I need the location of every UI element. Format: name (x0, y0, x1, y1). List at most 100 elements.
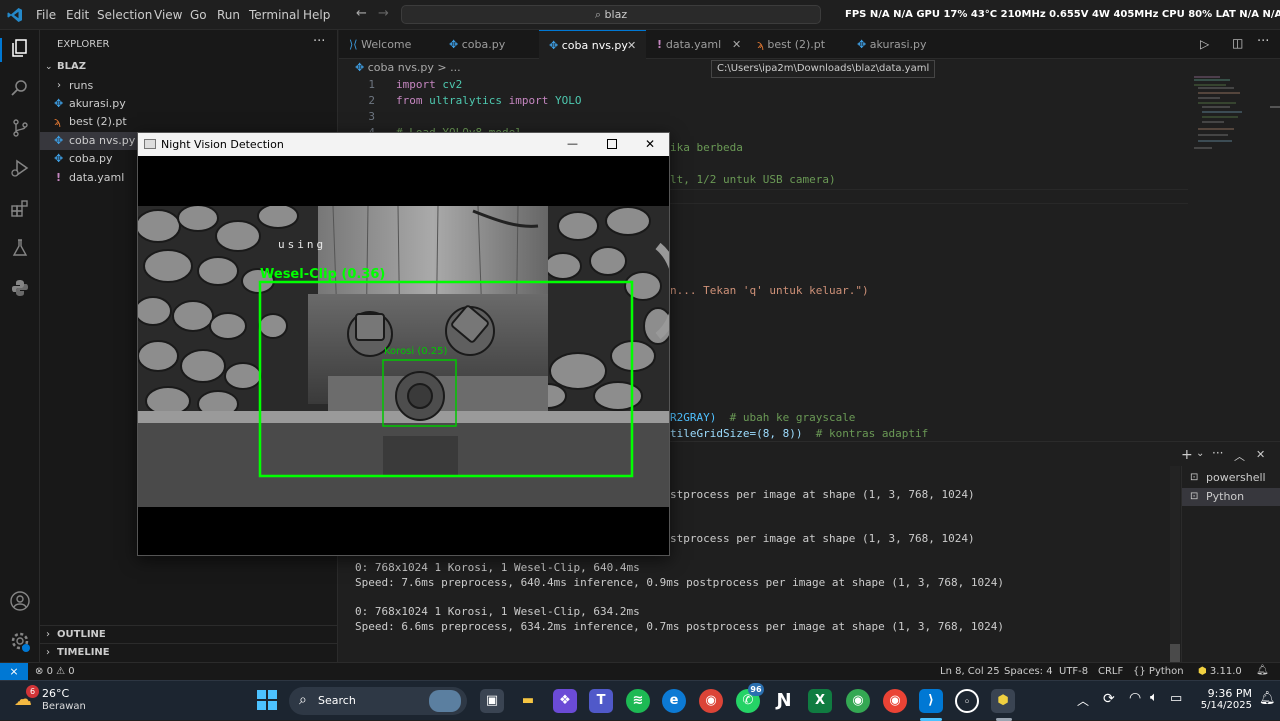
forward-arrow-icon[interactable]: → (378, 6, 389, 21)
encoding[interactable]: UTF-8 (1059, 666, 1088, 677)
tab-coba[interactable]: ✥ coba.py (439, 30, 538, 59)
teams-icon[interactable]: T (589, 689, 613, 713)
tab-coba-nvs[interactable]: ✥ coba nvs.py ✕ (539, 30, 646, 59)
menu-file[interactable]: File (36, 8, 56, 22)
testing-flask-icon[interactable] (8, 238, 32, 262)
extensions-icon[interactable] (8, 198, 32, 222)
python-version[interactable]: ⬢ 3.11.0 (1198, 666, 1242, 677)
folder-root[interactable]: ⌄ BLAZ (40, 58, 337, 76)
cursor-position[interactable]: Ln 8, Col 25 (940, 666, 1000, 677)
remote-icon[interactable]: ⨯ (0, 663, 28, 681)
menu-help[interactable]: Help (303, 8, 330, 22)
menu-terminal[interactable]: Terminal (249, 8, 300, 22)
language-mode[interactable]: {} Python (1133, 666, 1184, 677)
terminal-item-python[interactable]: ⊡ Python (1182, 488, 1280, 506)
sync-icon[interactable]: ⟳ (1103, 691, 1115, 707)
notion-icon[interactable]: Ɲ (772, 689, 796, 713)
outline-section[interactable]: › OUTLINE (40, 625, 337, 643)
close-panel-icon[interactable]: ✕ (1256, 448, 1265, 461)
clock[interactable]: 9:36 PM 5/14/2025 (1192, 687, 1252, 711)
file-explorer-icon[interactable]: ▬ (516, 689, 540, 713)
excel-icon[interactable]: X (808, 689, 832, 713)
explorer-icon[interactable] (8, 38, 32, 62)
terminal-item-powershell[interactable]: ⊡ powershell (1182, 469, 1280, 487)
minimize-icon[interactable]: — (567, 132, 578, 155)
chevron-down-icon[interactable]: ⌄ (1196, 448, 1204, 459)
more-actions-icon[interactable]: ··· (1257, 34, 1269, 49)
error-count: 0 (46, 666, 53, 677)
copilot-icon[interactable]: ❖ (553, 689, 577, 713)
task-view-icon[interactable]: ▣ (480, 689, 504, 713)
code-string[interactable]: n... Tekan 'q' untuk keluar.") (670, 284, 869, 297)
account-icon[interactable] (8, 590, 32, 614)
weather-condition: Berawan (42, 701, 86, 712)
close-tab-icon[interactable]: ✕ (732, 30, 741, 59)
window-titlebar[interactable]: Night Vision Detection — ✕ (138, 133, 669, 156)
code-comment[interactable]: lt, 1/2 untuk USB camera) (670, 173, 836, 186)
code-line[interactable]: tileGridSize=(8, 8)) # kontras adaptif (670, 427, 928, 440)
maximize-icon[interactable] (607, 139, 617, 149)
notification-bell-icon[interactable]: 🔔︎ (1256, 665, 1269, 676)
tree-item-akurasi[interactable]: ✥ akurasi.py (40, 95, 337, 113)
menu-selection[interactable]: Selection (97, 8, 152, 22)
notification-icon[interactable]: 🔔︎ (1259, 691, 1276, 706)
run-debug-icon[interactable] (8, 158, 32, 182)
problems-status[interactable]: ⊗ 0 ⚠ 0 (35, 666, 75, 677)
search-icon[interactable] (8, 78, 32, 102)
chrome-profile-icon[interactable]: ◉ (846, 689, 870, 713)
indentation[interactable]: Spaces: 4 (1004, 666, 1053, 677)
edge-icon[interactable]: e (662, 689, 686, 713)
line-ending[interactable]: CRLF (1098, 666, 1123, 677)
show-hidden-icons-icon[interactable]: ︿ (1077, 692, 1089, 709)
command-center-search[interactable]: ⌕ blaz (401, 5, 821, 24)
maximize-panel-icon[interactable]: ︿ (1234, 448, 1245, 464)
whatsapp-icon[interactable]: ✆ 96 (736, 683, 764, 713)
tree-item-best-pt[interactable]: ϡ best (2).pt (40, 113, 337, 131)
close-tab-icon[interactable]: ✕ (627, 31, 636, 60)
tab-data-yaml[interactable]: ! data.yaml ✕ (647, 30, 746, 59)
tab-best-pt[interactable]: ϡ best (2).pt (747, 30, 846, 59)
minimap[interactable] (1190, 74, 1250, 154)
scrollbar-thumb[interactable] (1170, 644, 1180, 662)
code-comment[interactable]: ika berbeda (670, 141, 743, 154)
taskbar-search[interactable]: ⌕ Search (289, 687, 467, 715)
code-line[interactable]: from ultralytics import YOLO (396, 94, 581, 107)
vscode-taskbar-icon[interactable]: ⟩ (919, 689, 943, 713)
spotify-icon[interactable]: ≋ (626, 689, 650, 713)
braces-icon: {} (1133, 666, 1146, 677)
python-taskbar-icon[interactable]: ⬢ (991, 689, 1015, 713)
breadcrumb[interactable]: ✥ coba nvs.py > ... (355, 61, 461, 74)
code-line[interactable]: import cv2 (396, 78, 462, 91)
night-vision-window[interactable]: Night Vision Detection — ✕ using Wesel-C… (137, 132, 670, 556)
tree-item-runs[interactable]: › runs (40, 77, 337, 95)
menu-go[interactable]: Go (190, 8, 207, 22)
media-player-icon[interactable]: ◦ (955, 689, 979, 713)
tab-akurasi[interactable]: ✥ akurasi.py (847, 30, 946, 59)
menu-view[interactable]: View (154, 8, 182, 22)
python-icon[interactable] (8, 278, 32, 302)
code-line[interactable]: R2GRAY) # ubah ke grayscale (670, 411, 855, 424)
chrome-icon[interactable]: ◉ (699, 689, 723, 713)
new-terminal-icon[interactable]: + (1181, 447, 1193, 463)
settings-gear-icon[interactable] (8, 630, 32, 654)
windows-start-icon[interactable] (256, 689, 278, 711)
menu-edit[interactable]: Edit (66, 8, 89, 22)
battery-icon[interactable]: ▭ (1170, 691, 1182, 706)
code-keyword: from (396, 94, 423, 107)
source-control-icon[interactable] (8, 118, 32, 142)
more-actions-icon[interactable]: ··· (313, 34, 325, 49)
more-actions-icon[interactable]: ··· (1212, 446, 1223, 460)
timeline-section[interactable]: › TIMELINE (40, 643, 337, 661)
terminal-scrollbar[interactable] (1170, 466, 1180, 662)
code-module: cv2 (442, 78, 463, 91)
split-editor-icon[interactable]: ◫ (1232, 36, 1243, 50)
volume-icon[interactable]: 🔈︎ (1150, 690, 1158, 705)
run-file-icon[interactable]: ▷ (1200, 37, 1209, 51)
chevron-right-icon: › (57, 80, 61, 91)
close-icon[interactable]: ✕ (645, 133, 655, 156)
wifi-icon[interactable]: ◠ (1129, 690, 1141, 706)
tab-welcome[interactable]: ⟩⟨ Welcome (339, 30, 438, 59)
chrome-profile-2-icon[interactable]: ◉ (883, 689, 907, 713)
menu-run[interactable]: Run (217, 8, 240, 22)
back-arrow-icon[interactable]: ← (356, 6, 367, 21)
